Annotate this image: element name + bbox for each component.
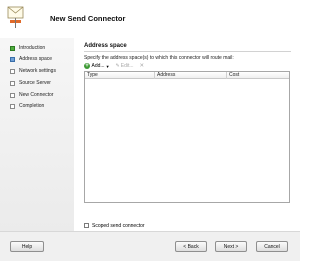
step-label: Completion: [19, 103, 45, 109]
wizard-envelope-icon: [7, 6, 24, 28]
step-label: Source Server: [19, 80, 51, 86]
column-header-address[interactable]: Address: [155, 72, 227, 79]
step-pending-icon: [10, 80, 15, 86]
help-button[interactable]: Help: [10, 241, 44, 252]
step-pending-icon: [10, 103, 15, 109]
column-header-type[interactable]: Type: [85, 72, 155, 79]
step-introduction: Introduction: [10, 44, 45, 52]
x-icon: ✕: [139, 63, 145, 69]
list-header: Type Address Cost: [85, 72, 289, 79]
section-title: Address space: [84, 43, 127, 49]
page-title: New Send Connector: [50, 14, 126, 23]
section-divider: [84, 51, 291, 52]
scoped-connector-option[interactable]: Scoped send connector: [84, 222, 145, 229]
step-current-icon: [10, 56, 15, 62]
plus-icon: +: [84, 63, 90, 69]
step-source-server: Source Server: [10, 79, 51, 87]
step-label: Network settings: [19, 68, 56, 74]
add-button[interactable]: + Add... ▼: [84, 63, 110, 69]
edit-button[interactable]: ✎ Edit...: [116, 63, 134, 69]
edit-label: Edit...: [120, 63, 134, 69]
address-toolbar: + Add... ▼ ✎ Edit... ✕: [84, 62, 150, 70]
remove-button[interactable]: ✕: [140, 63, 145, 69]
step-pending-icon: [10, 68, 15, 74]
wizard-footer: [0, 231, 300, 261]
wizard-steps-sidebar: Introduction Address space Network setti…: [0, 38, 74, 231]
step-completion: Completion: [10, 102, 44, 110]
scoped-send-connector-label: Scoped send connector: [92, 222, 145, 229]
step-complete-icon: [10, 45, 15, 51]
step-network-settings: Network settings: [10, 67, 56, 75]
pencil-icon: ✎: [115, 63, 120, 69]
next-button[interactable]: Next >: [215, 241, 247, 252]
column-header-cost[interactable]: Cost: [227, 72, 290, 79]
dropdown-arrow-icon[interactable]: ▼: [106, 64, 110, 69]
address-space-panel: Address space Specify the address space(…: [74, 38, 300, 231]
add-label: Add...: [91, 63, 105, 69]
step-pending-icon: [10, 92, 15, 98]
back-button[interactable]: < Back: [175, 241, 207, 252]
cancel-button[interactable]: Cancel: [256, 241, 288, 252]
step-new-connector: New Connector: [10, 91, 53, 99]
wizard-header: New Send Connector: [0, 0, 300, 38]
address-space-list[interactable]: Type Address Cost: [84, 71, 290, 203]
step-label: New Connector: [19, 92, 54, 98]
step-address-space: Address space: [10, 55, 52, 63]
scoped-send-connector-checkbox[interactable]: [84, 223, 89, 228]
step-label: Address space: [19, 56, 53, 62]
step-label: Introduction: [19, 45, 46, 51]
instruction-text: Specify the address space(s) to which th…: [84, 55, 234, 61]
